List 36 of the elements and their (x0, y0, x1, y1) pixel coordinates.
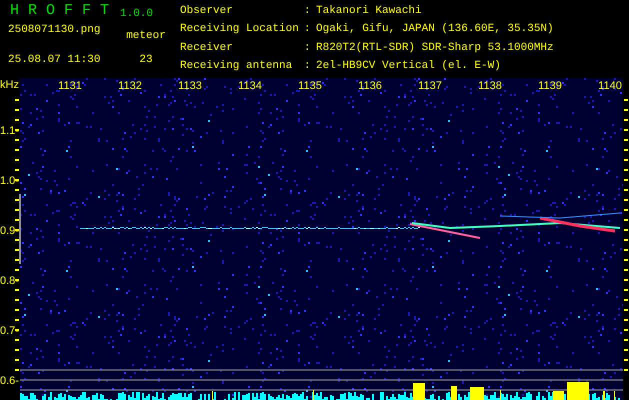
range-marker (19, 194, 21, 264)
field-label: Receiver (180, 42, 234, 56)
meteor-count: 23 (138, 54, 154, 68)
field-separator: : (304, 42, 312, 56)
app-title: H R O F F T (9, 3, 110, 21)
frequency-label: 1135 (298, 80, 322, 92)
value-label: 0.7- (0, 325, 19, 337)
field-separator: : (304, 23, 312, 38)
frequency-label: 1139 (538, 80, 562, 92)
frequency-label: 1136 (358, 80, 382, 92)
field-separator: : (304, 5, 312, 19)
value-label: 1.0- (0, 175, 19, 187)
field-label: Receiving antenna (180, 60, 294, 74)
field-separator: : (304, 60, 312, 74)
frequency-label: 1138 (478, 80, 502, 92)
field-label: Observer (180, 5, 234, 19)
version-label: 1.0.0 (120, 8, 154, 20)
value-label: 1.1- (0, 125, 19, 137)
frequency-label: 1137 (418, 80, 442, 92)
value-label: 0.8- (0, 275, 19, 287)
field-value: Takanori Kawachi (316, 5, 423, 19)
value-label: 0.6- (0, 375, 19, 387)
field-label: Receiving Location (180, 23, 300, 38)
filename-label: 2508071130.png (8, 24, 102, 38)
frequency-label: 1140 (598, 80, 622, 92)
unit-label: kHz (0, 79, 19, 91)
datetime-label: 25.08.07 11:30 (8, 54, 102, 68)
frequency-label: 1134 (238, 80, 262, 92)
field-value: Ogaki, Gifu, JAPAN (136.60E, 35.35N) (316, 23, 554, 38)
frequency-label: 1131 (58, 80, 82, 92)
frequency-label: 1132 (118, 80, 142, 92)
field-value: R820T2(RTL-SDR) SDR-Sharp 53.1000MHz (316, 42, 554, 56)
frequency-label: 1133 (178, 80, 202, 92)
field-value: 2el-HB9CV Vertical (el. E-W) (316, 60, 502, 74)
count-label: meteor (125, 30, 167, 44)
value-label: 0.9- (0, 225, 19, 237)
